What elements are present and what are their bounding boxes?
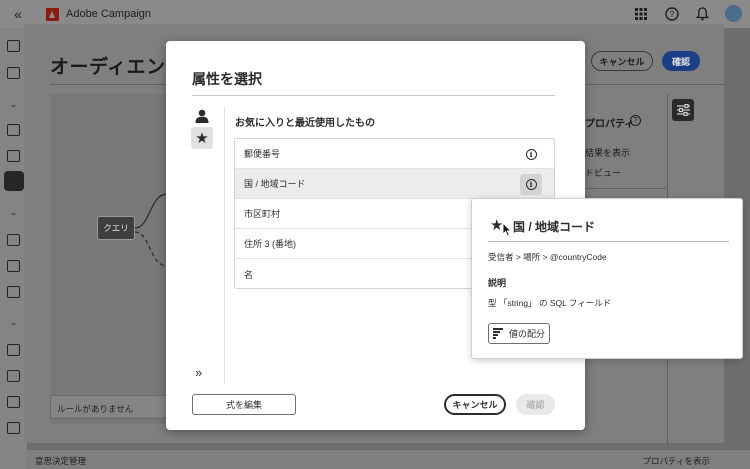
workspace-cancel-button[interactable]: キャンセル bbox=[591, 51, 653, 71]
content-icon[interactable] bbox=[7, 234, 20, 246]
mouse-cursor-icon bbox=[502, 222, 512, 237]
info-icon: i bbox=[525, 179, 537, 190]
description-text: 型 「string」 の SQL フィールド bbox=[488, 298, 612, 308]
page-title: オーディエンス bbox=[50, 57, 185, 78]
user-avatar[interactable] bbox=[725, 5, 742, 22]
preview-link[interactable]: ドビュー bbox=[585, 166, 621, 179]
cancel-button[interactable]: キャンセル bbox=[444, 394, 506, 415]
attribute-label: 名 bbox=[244, 269, 254, 280]
sliders-icon bbox=[676, 104, 690, 116]
send-icon[interactable] bbox=[7, 150, 20, 162]
svg-text:?: ? bbox=[669, 10, 674, 19]
rules-box: ルールがありません bbox=[50, 395, 167, 419]
attribute-label: 郵便番号 bbox=[244, 149, 281, 159]
favorites-section-title: お気に入りと最近使用したもの bbox=[235, 118, 375, 129]
reports-icon[interactable] bbox=[7, 286, 20, 298]
expand-panel-icon[interactable]: » bbox=[195, 365, 202, 380]
apps-grid-icon[interactable] bbox=[632, 5, 649, 22]
templates-icon[interactable] bbox=[7, 260, 20, 272]
info-button[interactable]: i bbox=[520, 174, 542, 195]
help-icon[interactable]: ? bbox=[663, 5, 680, 22]
chevron-down-icon[interactable]: ⌄ bbox=[8, 208, 19, 217]
campaigns-icon[interactable] bbox=[7, 124, 20, 136]
edit-expression-button[interactable]: 式を編集 bbox=[192, 394, 296, 415]
left-navigation: ⌄ ⌄ ⌄ bbox=[0, 28, 27, 469]
adobe-logo-icon bbox=[46, 7, 59, 21]
info-button[interactable]: i bbox=[520, 146, 542, 163]
home-icon[interactable] bbox=[7, 40, 20, 52]
app-name: Adobe Campaign bbox=[66, 8, 152, 20]
dialog-title-divider bbox=[192, 95, 555, 96]
query-node[interactable]: クエリ bbox=[97, 216, 135, 240]
popover-divider bbox=[488, 241, 729, 242]
distribution-icon bbox=[492, 328, 503, 339]
inbox-icon[interactable] bbox=[7, 396, 20, 408]
attribute-label: 住所 3 (番地) bbox=[244, 239, 297, 249]
notifications-bell-icon[interactable] bbox=[694, 5, 711, 22]
user-icon[interactable] bbox=[192, 107, 212, 125]
info-icon: i bbox=[525, 149, 537, 160]
audiences-icon[interactable] bbox=[7, 370, 20, 382]
lists-icon[interactable] bbox=[7, 422, 20, 434]
popover-title: 国 / 地域コード bbox=[513, 220, 596, 234]
value-distribution-label: 値の配分 bbox=[508, 329, 545, 339]
show-results-link[interactable]: 結果を表示 bbox=[585, 146, 630, 159]
status-left[interactable]: 意思決定管理 bbox=[35, 455, 86, 467]
properties-divider bbox=[586, 188, 666, 189]
confirm-button[interactable]: 確認 bbox=[516, 394, 555, 415]
explorer-icon[interactable] bbox=[7, 67, 20, 79]
description-heading: 説明 bbox=[488, 278, 507, 288]
attribute-label: 市区町村 bbox=[244, 209, 281, 219]
list-item[interactable]: 郵便番号 i bbox=[235, 139, 554, 169]
value-distribution-button[interactable]: 値の配分 bbox=[488, 323, 550, 344]
properties-title: プロパティ bbox=[585, 119, 635, 130]
workspace-confirm-button[interactable]: 確認 bbox=[662, 51, 700, 71]
workflows-icon[interactable] bbox=[4, 171, 24, 191]
settings-sliders-button[interactable] bbox=[672, 99, 694, 121]
dialog-title: 属性を選択 bbox=[192, 71, 262, 87]
rules-empty-text: ルールがありません bbox=[57, 404, 134, 414]
show-properties-link[interactable]: プロパティを表示 bbox=[643, 455, 711, 467]
status-bar: 意思決定管理 プロパティを表示 bbox=[27, 449, 750, 469]
chevron-down-icon[interactable]: ⌄ bbox=[8, 100, 19, 109]
help-icon[interactable]: ? bbox=[630, 115, 641, 126]
list-item[interactable]: 国 / 地域コード i bbox=[235, 169, 554, 199]
dialog-side-divider bbox=[224, 107, 225, 384]
profile-icon[interactable] bbox=[7, 344, 20, 356]
collapse-sidebar-icon[interactable]: « bbox=[0, 6, 36, 22]
attribute-path: 受信者 > 場所 > @countryCode bbox=[488, 252, 607, 262]
chevron-down-icon[interactable]: ⌄ bbox=[8, 318, 19, 327]
star-icon[interactable]: ★ bbox=[191, 127, 213, 149]
connector-lines bbox=[135, 193, 167, 267]
attribute-label: 国 / 地域コード bbox=[244, 179, 306, 189]
